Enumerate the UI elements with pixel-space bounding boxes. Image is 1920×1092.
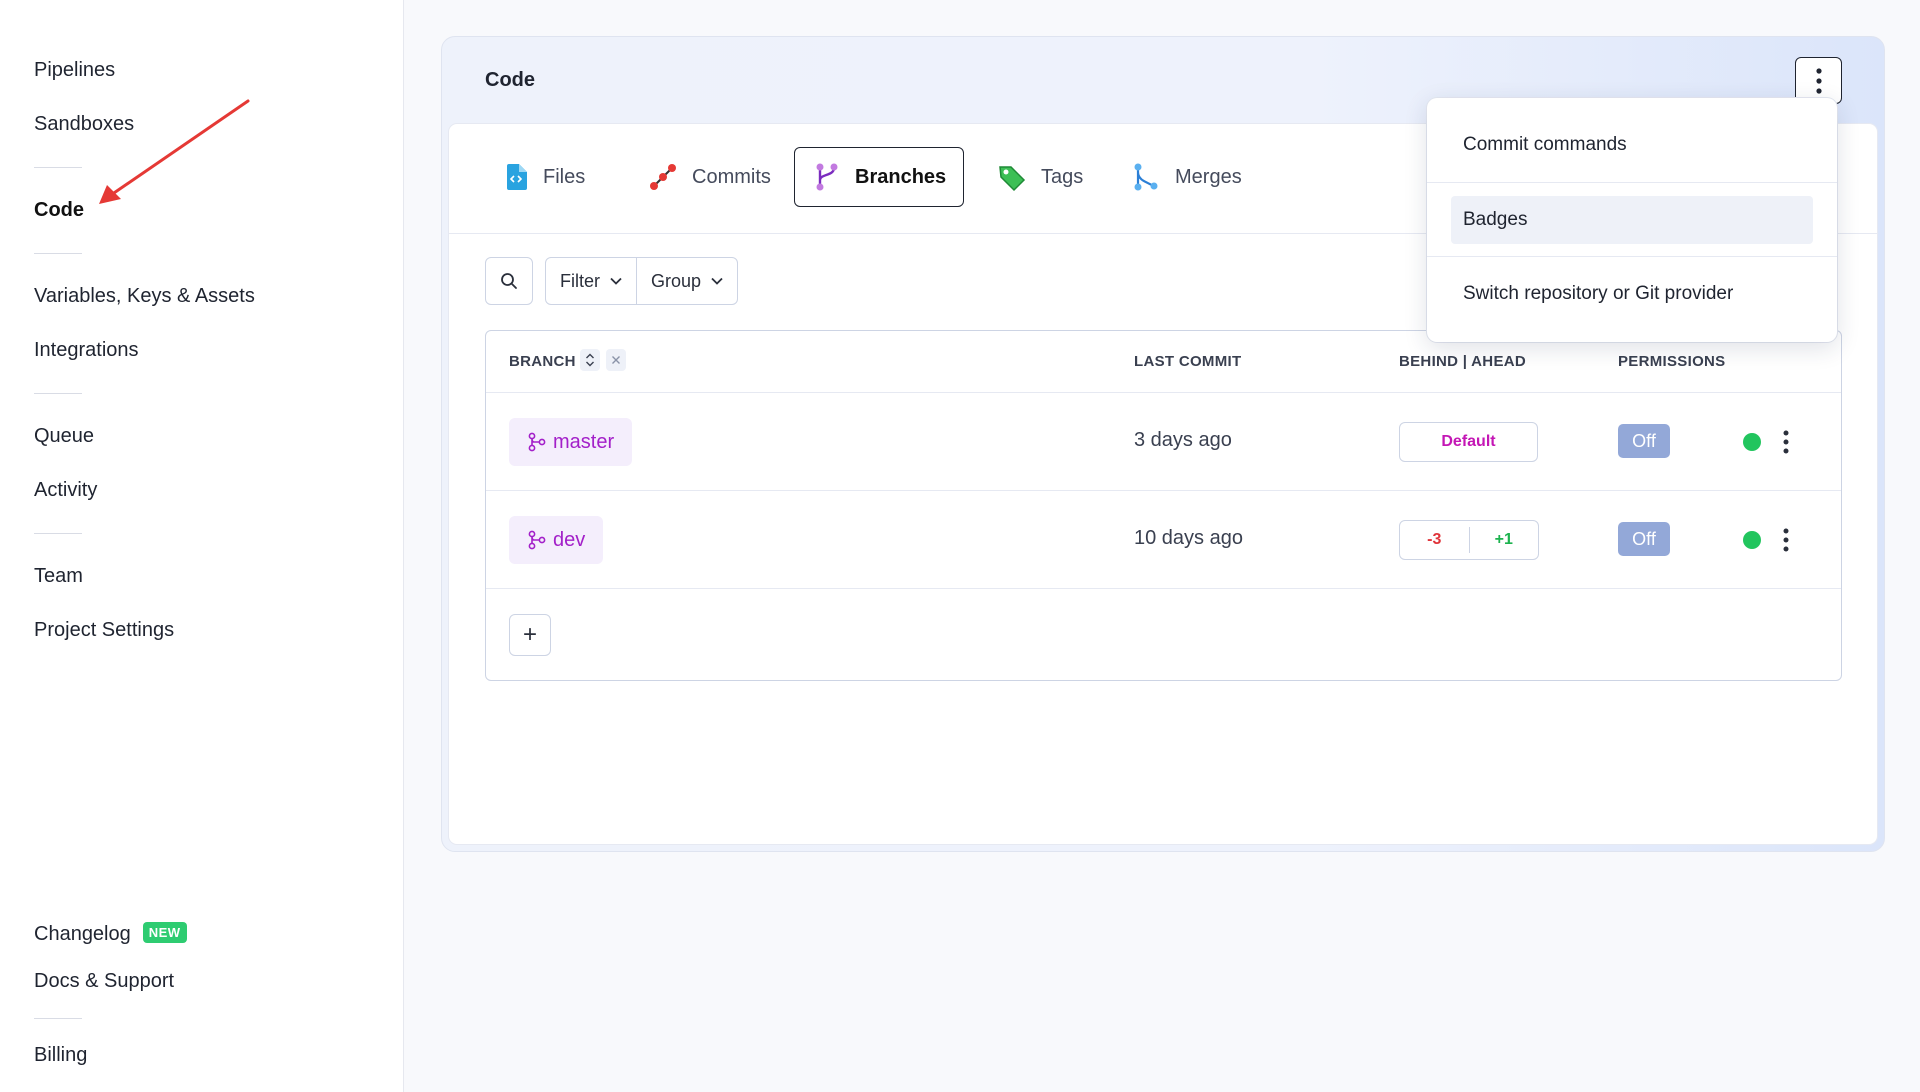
sidebar-item-billing[interactable]: Billing <box>34 1044 87 1067</box>
tab-label: Commits <box>692 165 771 188</box>
sidebar-item-changelog[interactable]: Changelog NEW <box>34 922 187 946</box>
sidebar-item-integrations[interactable]: Integrations <box>34 339 139 362</box>
panel-menu-button[interactable] <box>1795 57 1842 104</box>
tab-branches[interactable]: Branches <box>794 147 964 207</box>
branch-icon <box>528 530 546 550</box>
tab-label: Tags <box>1041 165 1084 188</box>
last-commit-time: 10 days ago <box>1134 527 1243 549</box>
tab-label: Branches <box>855 165 947 188</box>
behind-ahead-indicator: -3 +1 <box>1399 520 1539 560</box>
filter-label: Filter <box>560 270 600 291</box>
chevron-down-icon <box>711 277 723 285</box>
permissions-toggle[interactable]: Off <box>1618 522 1670 556</box>
sidebar-item-activity[interactable]: Activity <box>34 479 97 502</box>
tab-commits[interactable]: Commits <box>630 147 789 207</box>
menu-item-switch-repository[interactable]: Switch repository or Git provider <box>1451 270 1813 318</box>
sidebar-item-project-settings[interactable]: Project Settings <box>34 619 174 642</box>
sidebar-item-label: Changelog <box>34 923 131 945</box>
merge-icon <box>1134 163 1158 191</box>
tab-label: Files <box>543 165 586 188</box>
behind-count: -3 <box>1400 527 1470 553</box>
sidebar-divider <box>34 167 82 168</box>
tab-label: Merges <box>1175 165 1242 188</box>
sidebar: Pipelines Sandboxes Code Variables, Keys… <box>0 0 404 1092</box>
panel-dropdown-menu: Commit commands Badges Switch repository… <box>1427 98 1837 342</box>
tab-merges[interactable]: Merges <box>1113 147 1260 207</box>
column-header-behind-ahead: BEHIND | AHEAD <box>1399 353 1527 370</box>
page-title: Code <box>485 69 535 91</box>
more-vertical-icon <box>1815 67 1822 94</box>
sidebar-divider <box>34 253 82 254</box>
row-menu-button[interactable] <box>1776 520 1796 560</box>
filter-group: Filter Group <box>545 257 739 305</box>
tab-files[interactable]: Files <box>485 147 603 207</box>
branch-link[interactable]: dev <box>509 516 604 564</box>
clear-sort-button[interactable] <box>606 349 626 371</box>
status-indicator <box>1743 433 1761 451</box>
table-footer-divider <box>486 588 1841 589</box>
tab-tags[interactable]: Tags <box>979 147 1101 207</box>
tag-icon <box>999 166 1026 192</box>
add-branch-button[interactable]: + <box>509 614 551 656</box>
column-header-last-commit: LAST COMMIT <box>1134 353 1242 370</box>
search-button[interactable] <box>485 257 533 305</box>
more-vertical-icon <box>1783 528 1789 552</box>
menu-item-badges[interactable]: Badges <box>1451 196 1813 244</box>
sidebar-divider <box>34 1018 82 1019</box>
menu-divider <box>1427 182 1837 183</box>
sidebar-item-pipelines[interactable]: Pipelines <box>34 59 115 82</box>
sort-icon <box>586 353 594 367</box>
sidebar-divider <box>34 393 82 394</box>
filter-dropdown[interactable]: Filter <box>546 258 636 304</box>
branch-sort-controls <box>580 349 626 371</box>
column-header-branch: BRANCH <box>509 353 576 370</box>
table-row: master 3 days ago Default Off <box>486 392 1841 490</box>
row-menu-button[interactable] <box>1776 422 1796 462</box>
sidebar-item-team[interactable]: Team <box>34 565 83 588</box>
annotation-arrow-icon <box>99 99 250 204</box>
sort-button[interactable] <box>580 349 600 371</box>
status-indicator <box>1743 531 1761 549</box>
sidebar-item-docs-support[interactable]: Docs & Support <box>34 970 174 993</box>
close-icon <box>612 356 620 364</box>
chevron-down-icon <box>610 277 622 285</box>
permissions-toggle[interactable]: Off <box>1618 424 1670 458</box>
table-row: dev 10 days ago -3 +1 Off <box>486 490 1841 588</box>
search-icon <box>501 273 517 289</box>
ahead-count: +1 <box>1494 531 1513 548</box>
sidebar-item-code[interactable]: Code <box>34 199 84 222</box>
file-code-icon <box>507 164 527 190</box>
commit-icon <box>650 164 676 190</box>
last-commit-time: 3 days ago <box>1134 429 1232 451</box>
branch-icon <box>528 432 546 452</box>
branches-table: BRANCH LAST COMMIT BEHIND | AHEAD PERMIS… <box>485 330 1842 681</box>
group-dropdown[interactable]: Group <box>636 258 737 304</box>
column-header-permissions: PERMISSIONS <box>1618 353 1726 370</box>
sidebar-divider <box>34 533 82 534</box>
default-badge: Default <box>1399 422 1538 462</box>
sidebar-item-variables[interactable]: Variables, Keys & Assets <box>34 285 255 308</box>
branch-icon <box>816 163 838 191</box>
group-label: Group <box>651 270 702 291</box>
branch-name: master <box>553 430 615 453</box>
menu-item-commit-commands[interactable]: Commit commands <box>1451 121 1813 169</box>
branch-name: dev <box>553 528 586 551</box>
sidebar-item-queue[interactable]: Queue <box>34 425 94 448</box>
new-badge: NEW <box>142 922 187 943</box>
menu-divider <box>1427 256 1837 257</box>
branch-link[interactable]: master <box>509 418 633 466</box>
more-vertical-icon <box>1783 430 1789 454</box>
